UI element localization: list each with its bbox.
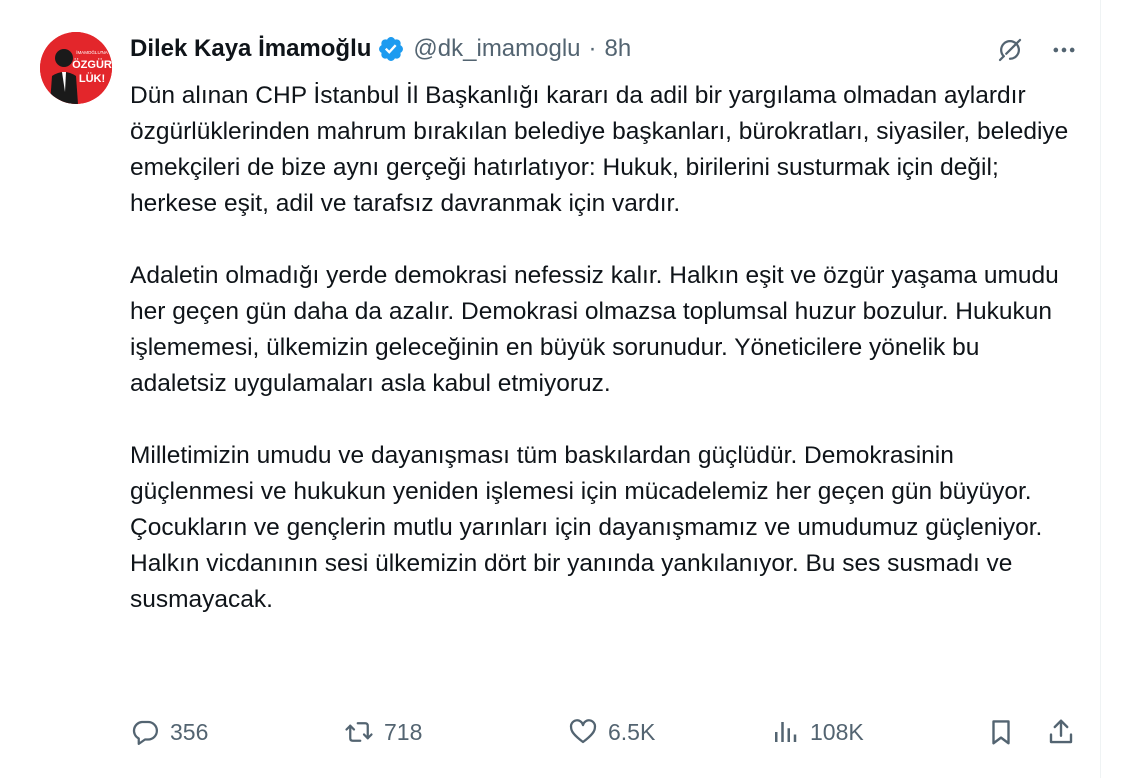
reply-icon: [130, 717, 160, 747]
bookmark-icon: [986, 717, 1016, 747]
like-count: 6.5K: [608, 718, 656, 745]
tweet-paragraph-2: Adaletin olmadığı yerde demokrasi nefess…: [130, 262, 1059, 397]
heart-icon: [568, 717, 598, 747]
more-icon[interactable]: [1048, 34, 1080, 66]
bookmark-button[interactable]: [986, 717, 1016, 747]
views-icon: [770, 717, 800, 747]
grok-icon[interactable]: [994, 34, 1026, 66]
repost-icon: [344, 717, 374, 747]
avatar[interactable]: İMAMOĞLU'NA ÖZGÜR LÜK!: [40, 32, 112, 104]
tweet-frame: İMAMOĞLU'NA ÖZGÜR LÜK! Dilek Kaya İmamoğ…: [0, 0, 1101, 778]
reply-count: 356: [170, 718, 209, 745]
reply-button[interactable]: 356: [130, 717, 208, 747]
tweet-paragraph-1: Dün alınan CHP İstanbul İl Başkanlığı ka…: [130, 82, 1069, 217]
repost-button[interactable]: 718: [344, 717, 422, 747]
tweet-content: Dilek Kaya İmamoğlu @dk_imamoglu · 8h Dü…: [130, 20, 1080, 745]
avatar-text-main: ÖZGÜR: [72, 58, 112, 71]
tweet-actions: 356 718 6.5K 108K: [130, 712, 1080, 752]
repost-count: 718: [384, 718, 423, 745]
share-button[interactable]: [1046, 717, 1076, 747]
user-handle[interactable]: @dk_imamoglu: [413, 34, 580, 64]
separator-dot: ·: [588, 35, 597, 62]
tweet-text: Dün alınan CHP İstanbul İl Başkanlığı ka…: [130, 78, 1080, 618]
share-icon: [1046, 717, 1076, 747]
tweet-timestamp[interactable]: 8h: [605, 34, 632, 64]
tweet-header: Dilek Kaya İmamoğlu @dk_imamoglu · 8h: [130, 20, 1080, 78]
avatar-text-bottom: LÜK!: [79, 72, 105, 85]
verified-badge-icon[interactable]: [377, 35, 405, 63]
like-button[interactable]: 6.5K: [568, 717, 655, 747]
header-actions: [994, 34, 1080, 66]
views-count: 108K: [810, 718, 864, 745]
avatar-image: İMAMOĞLU'NA ÖZGÜR LÜK!: [40, 32, 112, 104]
tweet-paragraph-3: Milletimizin umudu ve dayanışması tüm ba…: [130, 442, 1043, 613]
display-name[interactable]: Dilek Kaya İmamoğlu: [130, 34, 371, 64]
views-button[interactable]: 108K: [770, 717, 864, 747]
avatar-text-top: İMAMOĞLU'NA: [76, 49, 108, 55]
